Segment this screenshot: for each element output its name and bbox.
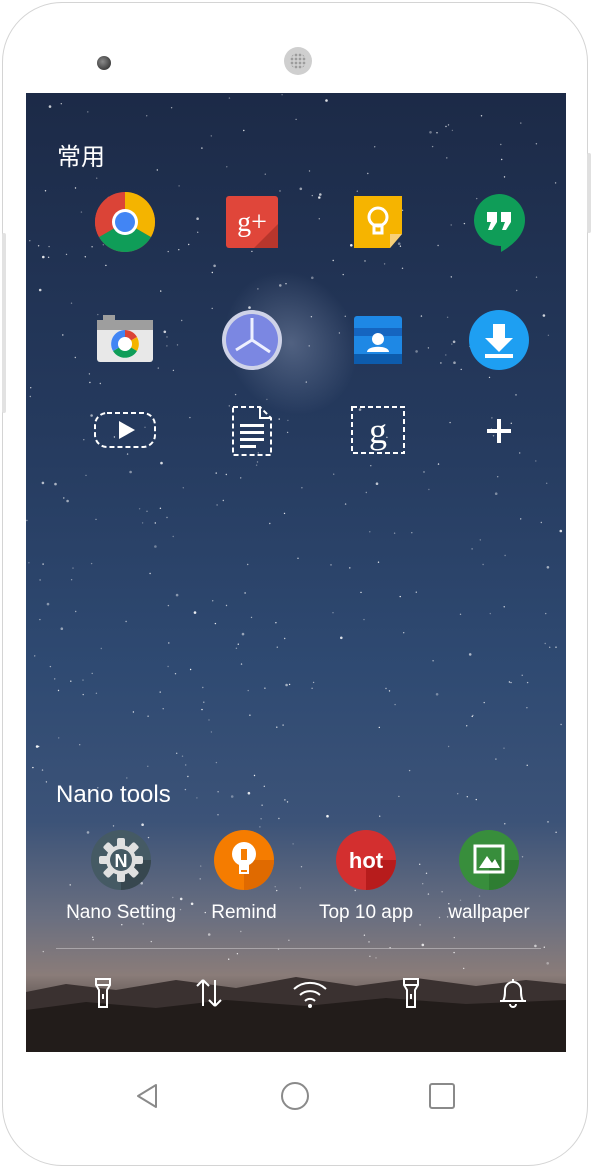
tool-label: wallpaper <box>448 902 530 923</box>
camera-icon[interactable] <box>93 308 157 372</box>
home-screen: 常用 g+ g Nano tools N Nano Setting Remind… <box>26 93 566 1052</box>
flashlight-icon[interactable] <box>83 973 123 1013</box>
google-plus-icon[interactable]: g+ <box>220 190 284 254</box>
add-icon[interactable] <box>467 399 531 463</box>
wifi-icon[interactable] <box>290 973 330 1013</box>
quick-settings-divider <box>56 948 541 949</box>
notification-bell-icon[interactable] <box>493 973 533 1013</box>
home-icon[interactable] <box>277 1078 313 1114</box>
google-search-placeholder-icon[interactable]: g <box>346 399 410 463</box>
play-movies-placeholder-icon[interactable] <box>93 399 157 463</box>
tools-section-title: Nano tools <box>56 781 171 808</box>
flashlight-icon[interactable] <box>391 973 431 1013</box>
clock-icon[interactable] <box>220 308 284 372</box>
tool-wallpaper[interactable]: wallpaper <box>434 828 544 924</box>
tool-label: Top 10 app <box>318 902 414 923</box>
keep-icon[interactable] <box>346 190 410 254</box>
contacts-icon[interactable] <box>346 308 410 372</box>
tool-label: Remind <box>211 902 277 923</box>
svg-text:g+: g+ <box>237 207 267 238</box>
svg-text:g: g <box>369 411 387 451</box>
remind-bulb-icon <box>214 830 274 890</box>
docs-placeholder-icon[interactable] <box>220 399 284 463</box>
hot-badge-icon: hot <box>336 830 396 890</box>
wallpaper-image-icon <box>459 830 519 890</box>
tool-nano-setting[interactable]: N Nano Setting <box>66 828 176 924</box>
nano-setting-icon: N <box>91 830 151 890</box>
back-icon[interactable] <box>130 1078 166 1114</box>
hangouts-icon[interactable] <box>467 190 531 254</box>
earpiece-speaker <box>284 47 312 75</box>
chrome-icon[interactable] <box>93 190 157 254</box>
svg-text:N: N <box>115 851 128 871</box>
tool-remind[interactable]: Remind <box>189 828 299 924</box>
common-section-title: 常用 <box>57 144 105 171</box>
front-camera <box>97 56 111 70</box>
data-transfer-icon[interactable] <box>189 973 229 1013</box>
tool-label: Nano Setting <box>66 902 176 923</box>
tool-top10-app[interactable]: hot Top 10 app <box>311 828 421 924</box>
downloads-icon[interactable] <box>467 308 531 372</box>
power-button <box>2 233 6 413</box>
volume-button <box>587 153 591 233</box>
svg-text:hot: hot <box>349 848 384 873</box>
recents-icon[interactable] <box>424 1078 460 1114</box>
